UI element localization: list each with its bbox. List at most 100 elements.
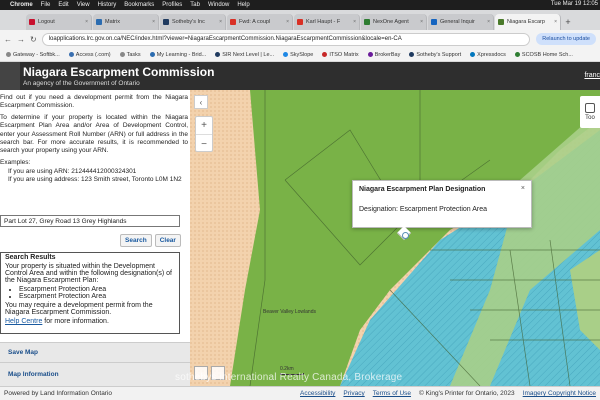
forward-icon[interactable]: → — [17, 35, 25, 44]
tab-favicon-icon — [230, 19, 236, 25]
designation-item: Escarpment Protection Area — [19, 286, 175, 293]
designation-popup: Niagara Escarpment Plan Designation × De… — [352, 180, 532, 241]
tab-favicon-icon — [29, 19, 35, 25]
bookmark-gateway[interactable]: Gateway - Softbk... — [6, 52, 60, 58]
tab-karl-haupt[interactable]: Karl Haupt - F × — [294, 14, 360, 30]
os-menu-bar: Chrome File Edit View History Bookmarks … — [0, 0, 600, 10]
zoom-control: + − — [195, 116, 213, 152]
bookmark-brokerbay[interactable]: BrokerBay — [367, 52, 400, 58]
tab-favicon-icon — [364, 19, 370, 25]
close-icon[interactable]: × — [420, 19, 423, 25]
url-field[interactable]: loapplications.lrc.gov.on.ca/NEC/index.h… — [41, 32, 531, 46]
example-arn: If you are using ARN: 212444412000324301 — [8, 168, 188, 176]
imagery-copyright-link[interactable]: Imagery Copyright Notice — [523, 390, 596, 397]
search-input[interactable]: Part Lot 27, Grey Road 13 Grey Highlands — [0, 215, 180, 227]
bookmark-favicon-icon — [119, 52, 125, 57]
close-icon[interactable]: × — [353, 19, 356, 25]
close-icon[interactable]: × — [286, 19, 289, 25]
bookmark-xpressdocs[interactable]: Xpressdocs — [470, 52, 506, 58]
zoom-in-button[interactable]: + — [196, 117, 212, 135]
user-menu-link[interactable]: franc — [584, 72, 600, 79]
bookmark-favicon-icon — [283, 52, 289, 57]
help-centre-link[interactable]: Help Centre — [5, 318, 42, 325]
search-button[interactable]: Search — [120, 234, 152, 247]
menu-clock[interactable]: Tue Mar 19 12:05 — [551, 1, 598, 7]
powered-by-text: Powered by Land Information Ontario — [4, 390, 113, 397]
zoom-out-button[interactable]: − — [196, 135, 212, 153]
browser-tab-bar: Logout × Matrix × Sotheby's Inc × Fwd: A co… — [0, 10, 600, 30]
bookmark-favicon-icon — [470, 52, 476, 57]
back-icon[interactable]: ← — [4, 35, 12, 44]
map-area-label: Beaver Valley Lowlands — [263, 309, 316, 315]
results-title: Search Results — [5, 254, 56, 261]
menu-edit[interactable]: Edit — [58, 2, 68, 8]
tab-nexone[interactable]: NexOne Agent × — [361, 14, 427, 30]
relaunch-button[interactable]: Relaunch to update — [536, 33, 596, 45]
tools-button[interactable]: Too — [580, 96, 600, 128]
bookmark-favicon-icon — [215, 52, 221, 57]
designation-list: Escarpment Protection Area Escarpment Pr… — [19, 286, 175, 300]
bookmark-scosb[interactable]: SCOSB Home Sch... — [514, 52, 573, 58]
menu-app-name[interactable]: Chrome — [10, 2, 33, 8]
bookmark-favicon-icon — [409, 52, 415, 57]
tab-favicon-icon — [297, 19, 303, 25]
designation-item: Escarpment Protection Area — [19, 293, 175, 300]
nec-logo — [0, 62, 20, 90]
close-icon[interactable]: × — [85, 19, 88, 25]
menu-view[interactable]: View — [77, 2, 90, 8]
bookmark-sothebys-support[interactable]: Sotheby's Support — [409, 52, 461, 58]
new-tab-button[interactable]: + — [562, 14, 574, 30]
collapse-panel-button[interactable]: ‹ — [194, 95, 208, 109]
tab-logout[interactable]: Logout × — [26, 14, 92, 30]
bookmarks-bar: Gateway - Softbk... Access (.com) Tasks … — [0, 48, 600, 62]
example-address: If you are using address: 123 Smith stre… — [8, 176, 188, 184]
menu-tab[interactable]: Tab — [190, 2, 200, 8]
popup-body: Designation: Escarpment Protection Area — [359, 206, 488, 213]
bookmark-favicon-icon — [322, 52, 328, 57]
privacy-link[interactable]: Privacy — [343, 390, 364, 397]
close-icon[interactable]: × — [487, 19, 490, 25]
tab-general-inquiry[interactable]: General Inquir × — [428, 14, 494, 30]
bookmark-favicon-icon — [6, 52, 11, 57]
bookmark-favicon-icon — [514, 52, 520, 57]
tab-sothebys[interactable]: Sotheby's Inc × — [160, 14, 226, 30]
page-subtitle: An agency of the Government of Ontario — [23, 80, 140, 87]
search-results-box: Search Results Your property is situated… — [0, 252, 180, 334]
close-icon[interactable]: × — [554, 19, 557, 25]
location-marker[interactable] — [402, 232, 409, 239]
toolbox-icon — [585, 103, 595, 113]
bookmark-tasks[interactable]: Tasks — [119, 52, 141, 58]
menu-profiles[interactable]: Profiles — [162, 2, 182, 8]
results-text: Your property is situated within the Dev… — [5, 263, 172, 284]
reload-icon[interactable]: ↻ — [30, 35, 37, 44]
menu-window[interactable]: Window — [208, 2, 229, 8]
bookmark-skyslope[interactable]: SkySlope — [283, 52, 313, 58]
tab-niagara-escarpment[interactable]: Niagara Escarp × — [495, 14, 561, 30]
close-icon[interactable]: × — [152, 19, 155, 25]
menu-file[interactable]: File — [41, 2, 51, 8]
terms-link[interactable]: Terms of Use — [373, 390, 411, 397]
tools-label: Too — [585, 115, 595, 121]
close-icon[interactable]: × — [219, 19, 222, 25]
clear-button[interactable]: Clear — [154, 234, 181, 247]
accessibility-link[interactable]: Accessibility — [300, 390, 335, 397]
watermark-text: sothebys international Realty Canada, Br… — [175, 372, 403, 383]
tab-gmail-fwd[interactable]: Fwd: A coupl × — [227, 14, 293, 30]
map-information-section[interactable]: Map Information — [0, 362, 190, 386]
address-bar-row: ← → ↻ loapplications.lrc.gov.on.ca/NEC/i… — [0, 30, 600, 48]
bookmark-favicon-icon — [149, 52, 155, 57]
map-canvas[interactable] — [190, 90, 600, 386]
save-map-section[interactable]: Save Map — [0, 342, 190, 362]
bookmark-access[interactable]: Access (.com) — [68, 52, 111, 58]
bookmark-sir-next-level[interactable]: SIR Next Level | Le... — [215, 52, 274, 58]
menu-history[interactable]: History — [98, 2, 117, 8]
close-icon[interactable]: × — [521, 185, 525, 192]
examples-label: Examples: — [0, 158, 31, 166]
examples-list: If you are using ARN: 212444412000324301… — [8, 168, 188, 184]
menu-help[interactable]: Help — [237, 2, 249, 8]
bookmark-my-learning[interactable]: My Learning - Brid... — [149, 52, 206, 58]
tab-favicon-icon — [498, 19, 504, 25]
bookmark-itso-matrix[interactable]: ITSO Matrix — [322, 52, 359, 58]
tab-matrix[interactable]: Matrix × — [93, 14, 159, 30]
menu-bookmarks[interactable]: Bookmarks — [124, 2, 154, 8]
